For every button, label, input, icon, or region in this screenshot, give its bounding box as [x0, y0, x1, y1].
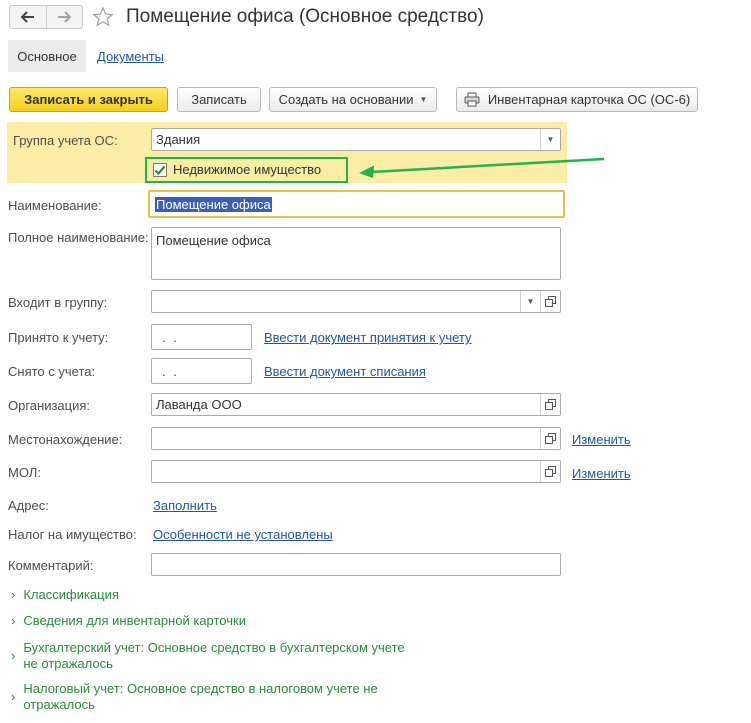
- property-tax-link[interactable]: Особенности не установлены: [153, 527, 333, 542]
- navigation-buttons: [9, 5, 83, 29]
- accounting-group-label: Группа учета ОС:: [13, 133, 118, 148]
- location-label: Местонахождение:: [8, 432, 123, 447]
- open-form-button[interactable]: [540, 291, 560, 312]
- real-estate-checkbox[interactable]: [153, 163, 167, 177]
- write-button[interactable]: Записать: [177, 87, 261, 112]
- tab-documents[interactable]: Документы: [97, 49, 164, 64]
- open-form-button[interactable]: [540, 428, 560, 449]
- removed-date-value: . .: [162, 363, 179, 379]
- name-value: Помещение офиса: [155, 196, 272, 212]
- checkmark-icon: [154, 165, 166, 176]
- section-tax-accounting[interactable]: › Налоговый учет: Основное средство в на…: [11, 681, 378, 713]
- accepted-document-link[interactable]: Ввести документ принятия к учету: [264, 330, 472, 345]
- write-off-document-link[interactable]: Ввести документ списания: [264, 364, 426, 379]
- name-field[interactable]: Помещение офиса: [148, 190, 565, 218]
- print-icon: [464, 92, 480, 107]
- chevron-right-icon: ›: [11, 587, 16, 602]
- organization-value: Лаванда ООО: [156, 397, 242, 412]
- inventory-card-label: Инвентарная карточка ОС (ОС-6): [487, 92, 691, 107]
- change-mol-link[interactable]: Изменить: [572, 466, 631, 481]
- back-arrow-icon: [20, 11, 34, 23]
- mol-label: МОЛ:: [8, 465, 41, 480]
- annotation-arrow-icon: [359, 157, 605, 178]
- create-based-on-button[interactable]: Создать на основании ▼: [269, 87, 437, 112]
- section-title-line2: отражалось: [23, 697, 95, 712]
- accounting-group-field[interactable]: Здания ▼: [151, 128, 561, 151]
- section-classification[interactable]: › Классификация: [11, 587, 119, 603]
- accepted-date-value: . .: [162, 329, 179, 345]
- removed-date-field[interactable]: . .: [151, 358, 252, 384]
- parent-group-field[interactable]: ▼: [151, 290, 561, 313]
- section-title: Сведения для инвентарной карточки: [23, 613, 246, 628]
- removed-label: Снято с учета:: [8, 364, 96, 379]
- chevron-right-icon: ›: [11, 613, 16, 628]
- section-inventory-card-info[interactable]: › Сведения для инвентарной карточки: [11, 613, 246, 629]
- property-tax-label: Налог на имущество:: [8, 527, 137, 542]
- organization-label: Организация:: [8, 398, 91, 413]
- name-label: Наименование:: [8, 198, 102, 213]
- parent-group-label: Входит в группу:: [8, 295, 108, 310]
- window-title: Помещение офиса (Основное средство): [126, 6, 484, 27]
- open-form-button[interactable]: [540, 461, 560, 482]
- section-title-line1: Бухгалтерский учет: Основное средство в …: [23, 640, 405, 655]
- forward-button[interactable]: [45, 6, 83, 28]
- favorite-star-icon[interactable]: [92, 6, 114, 28]
- chevron-right-icon: ›: [11, 689, 16, 704]
- open-form-icon: [545, 296, 556, 307]
- change-location-link[interactable]: Изменить: [572, 432, 631, 447]
- comment-field[interactable]: [151, 553, 561, 576]
- create-based-on-label: Создать на основании: [278, 92, 414, 107]
- open-form-button[interactable]: [540, 394, 560, 415]
- real-estate-label: Недвижимое имущество: [173, 162, 322, 177]
- chevron-right-icon: ›: [11, 648, 16, 663]
- forward-arrow-icon: [58, 11, 72, 23]
- dropdown-arrow-icon: ▼: [419, 95, 428, 104]
- organization-field[interactable]: Лаванда ООО: [151, 393, 561, 416]
- write-and-close-button[interactable]: Записать и закрыть: [9, 87, 168, 112]
- full-name-value: Помещение офиса: [156, 233, 271, 248]
- accepted-date-field[interactable]: . .: [151, 324, 252, 350]
- dropdown-arrow-icon[interactable]: ▼: [520, 291, 540, 312]
- section-title-line2: не отражалось: [23, 656, 113, 671]
- open-form-icon: [545, 399, 556, 410]
- mol-field[interactable]: [151, 460, 561, 483]
- section-title-line1: Налоговый учет: Основное средство в нало…: [23, 681, 378, 696]
- back-button[interactable]: [10, 6, 46, 28]
- full-name-label: Полное наименование:: [8, 230, 149, 245]
- tab-main[interactable]: Основное: [8, 40, 86, 72]
- section-accounting[interactable]: › Бухгалтерский учет: Основное средство …: [11, 640, 405, 672]
- location-field[interactable]: [151, 427, 561, 450]
- fill-address-link[interactable]: Заполнить: [153, 498, 217, 513]
- inventory-card-button[interactable]: Инвентарная карточка ОС (ОС-6): [456, 87, 698, 112]
- open-form-icon: [545, 466, 556, 477]
- accepted-label: Принято к учету:: [8, 330, 109, 345]
- comment-label: Комментарий:: [8, 558, 94, 573]
- accounting-group-value: Здания: [156, 132, 201, 147]
- dropdown-arrow-icon[interactable]: ▼: [540, 129, 560, 150]
- section-title: Классификация: [23, 587, 119, 602]
- address-label: Адрес:: [8, 498, 49, 513]
- full-name-textarea[interactable]: Помещение офиса: [151, 227, 561, 280]
- open-form-icon: [545, 433, 556, 444]
